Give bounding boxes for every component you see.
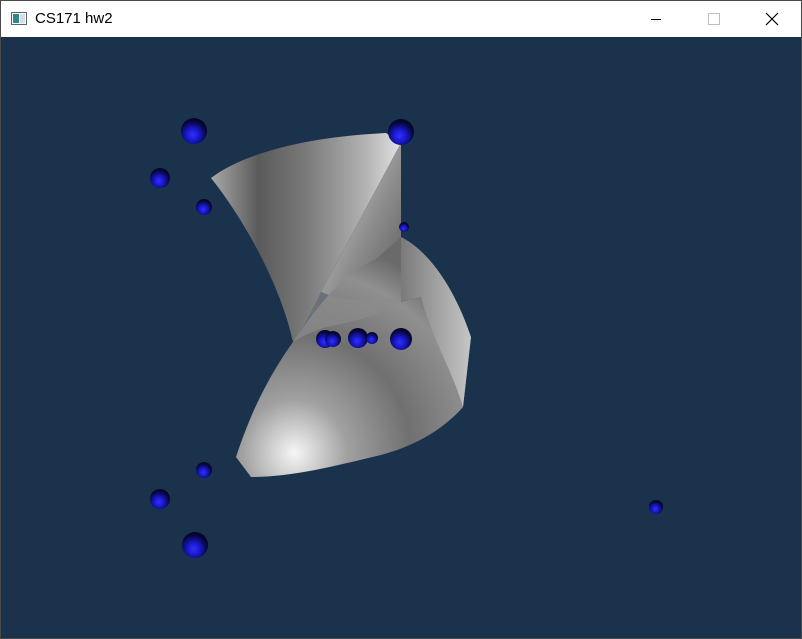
control-point[interactable] (348, 328, 368, 348)
close-icon (765, 12, 779, 26)
control-point[interactable] (196, 199, 212, 215)
control-point[interactable] (325, 331, 341, 347)
maximize-icon (708, 13, 720, 25)
control-point[interactable] (182, 532, 208, 558)
minimize-button[interactable] (627, 1, 685, 37)
control-point[interactable] (649, 500, 663, 514)
window-title: CS171 hw2 (35, 10, 113, 27)
title-bar[interactable]: CS171 hw2 (1, 1, 801, 37)
control-point[interactable] (388, 119, 414, 145)
close-button[interactable] (743, 1, 801, 37)
app-window: CS171 hw2 (0, 0, 802, 639)
control-point[interactable] (181, 118, 207, 144)
opengl-viewport[interactable] (1, 37, 801, 638)
control-point[interactable] (150, 489, 170, 509)
control-point[interactable] (390, 328, 412, 350)
control-point[interactable] (196, 462, 212, 478)
minimize-icon (651, 19, 661, 20)
control-point[interactable] (399, 222, 409, 232)
maximize-button[interactable] (685, 1, 743, 37)
control-point[interactable] (150, 168, 170, 188)
control-point[interactable] (366, 332, 378, 344)
app-window-icon (11, 12, 27, 25)
